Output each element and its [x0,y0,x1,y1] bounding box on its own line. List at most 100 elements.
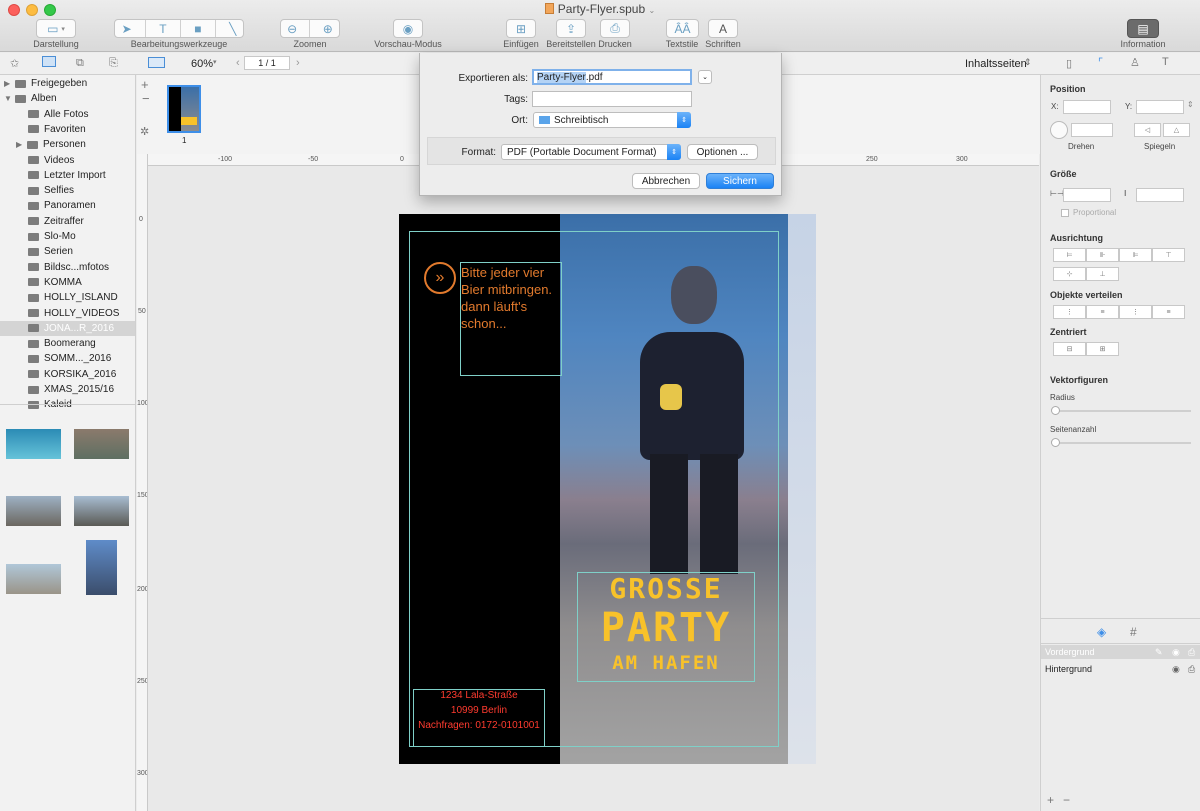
align-bottom-button[interactable]: ⊥ [1086,267,1119,281]
style-inspector-icon[interactable]: ♙ [1130,56,1140,69]
sidebar-item[interactable]: JONA...R_2016 [0,320,135,336]
cancel-button[interactable]: Abbrechen [632,173,700,189]
filename-input[interactable]: Party-Flyer .pdf [532,69,692,85]
sidebar-item[interactable]: Videos [0,153,135,168]
sides-slider[interactable] [1051,438,1191,447]
rotate-knob[interactable] [1050,121,1068,139]
disclosure-triangle-icon[interactable]: ▼ [4,94,12,103]
layers-icon[interactable]: ◈ [1097,625,1106,639]
align-top-button[interactable]: ⊤ [1152,248,1185,262]
remove-layer-icon[interactable]: − [1063,793,1070,807]
grid-icon[interactable]: # [1130,625,1137,639]
disclosure-triangle-icon[interactable]: ▶ [16,140,24,149]
page-thumbnail-1[interactable] [167,85,201,133]
flip-vertical-button[interactable]: △ [1163,123,1190,137]
radius-slider[interactable] [1051,406,1191,415]
arrow-tool-icon[interactable]: ➤ [122,22,132,36]
line-tool-icon[interactable]: ╲ [229,22,236,36]
print-button[interactable]: ⎙ [600,19,630,38]
printer-icon[interactable]: ⎙ [1188,647,1195,658]
zoom-value[interactable]: 60% [191,58,213,70]
zoom-in-icon[interactable]: ⊕ [323,22,333,36]
assets-icon[interactable]: ⎘ [109,57,118,70]
zoom-segment[interactable]: ⊖ ⊕ [280,19,340,38]
star-icon[interactable]: ✩ [10,57,19,70]
options-button[interactable]: Optionen ... [687,144,758,160]
prev-page-icon[interactable]: ‹ [236,57,240,69]
sidebar-item[interactable]: ▼ Alben [0,91,135,106]
printer-icon[interactable]: ⎙ [1188,664,1195,675]
align-right-button[interactable]: ⊫ [1119,248,1152,262]
sidebar-item[interactable]: Boomerang [0,336,135,351]
eye-icon[interactable]: ◉ [1172,664,1180,675]
sidebar-item[interactable]: SOMM..._2016 [0,351,135,366]
x-position-input[interactable] [1063,100,1111,114]
radius-slider-knob[interactable] [1051,406,1060,415]
sidebar-item[interactable]: KOMMA [0,275,135,290]
flip-horizontal-button[interactable]: ◁ [1134,123,1161,137]
sidebar-item[interactable]: Serien [0,244,135,259]
tags-input[interactable] [532,91,692,107]
location-select[interactable]: Schreibtisch ⇕ [533,112,691,128]
center-v-button[interactable]: ⊞ [1086,342,1119,356]
sidebar-item[interactable]: Letzter Import [0,168,135,183]
align-middle-button[interactable]: ⊹ [1053,267,1086,281]
layer-row-background[interactable]: Hintergrund ◉ ⎙ [1041,662,1200,676]
sidebar-item[interactable]: ▶ Personen [0,137,135,152]
fonts-button[interactable]: A [708,19,738,38]
photo-thumbnail[interactable] [74,496,129,526]
height-input[interactable] [1136,188,1184,202]
text-tool-icon[interactable]: T [159,22,166,36]
gear-icon[interactable]: ✲ [140,125,149,138]
next-page-icon[interactable]: › [296,57,300,69]
pencil-icon[interactable]: ✎ [1155,647,1163,658]
insert-button[interactable]: ⊞ [506,19,536,38]
sidebar-item[interactable]: HOLLY_ISLAND [0,290,135,305]
add-layer-icon[interactable]: + [1047,793,1054,807]
sidebar-item[interactable]: Slo-Mo [0,229,135,244]
photo-thumbnail[interactable] [6,564,61,594]
text-styles-button[interactable]: ÂÂ [666,19,699,38]
align-left-button[interactable]: ⊨ [1053,248,1086,262]
information-button[interactable]: ▤ [1127,19,1159,38]
sidebar-item[interactable]: Alle Fotos [0,107,135,122]
align-center-button[interactable]: ⊪ [1086,248,1119,262]
proportional-checkbox[interactable] [1061,209,1069,217]
updown-icon[interactable]: ⇕ [1024,57,1032,68]
page-view-icon[interactable] [148,57,165,68]
sidebar-item[interactable]: XMAS_2015/16 [0,382,135,397]
distribute-v-button[interactable]: ≡ [1086,305,1119,319]
expand-dialog-button[interactable]: ⌄ [698,70,712,84]
shape-tool-icon[interactable]: ■ [194,22,201,36]
zoom-chevron-icon[interactable]: ▾ [213,58,217,66]
remove-page-icon[interactable]: − [142,91,150,106]
shapes-icon[interactable]: ⧉ [76,57,84,70]
preview-mode-button[interactable]: ◉ [393,19,423,38]
text-inspector-icon[interactable]: T [1162,56,1169,68]
photo-thumbnail[interactable] [6,429,61,459]
format-select[interactable]: PDF (Portable Document Format) ⇕ [501,144,681,160]
sidebar-item[interactable]: Selfies [0,183,135,198]
distribute-v2-button[interactable]: ≡ [1152,305,1185,319]
save-button[interactable]: Sichern [706,173,774,189]
sides-slider-knob[interactable] [1051,438,1060,447]
zoom-out-icon[interactable]: ⊖ [287,22,297,36]
content-pages-selector[interactable]: Inhaltsseiten [965,58,1027,70]
photos-icon[interactable] [42,56,56,67]
add-page-icon[interactable]: + [141,77,149,92]
sidebar-item[interactable]: Panoramen [0,198,135,213]
distribute-h2-button[interactable]: ⋮ [1119,305,1152,319]
sidebar-item[interactable]: Bildsc...mfotos [0,260,135,275]
page-indicator[interactable]: 1 / 1 [244,56,290,70]
y-position-input[interactable] [1136,100,1184,114]
document-inspector-icon[interactable]: ▯ [1066,57,1072,70]
title-chevron-down-icon[interactable]: ⌄ [649,6,656,15]
distribute-h-button[interactable]: ⋮ [1053,305,1086,319]
photo-thumbnail[interactable] [86,540,117,595]
view-mode-button[interactable]: ▭ ▾ [36,19,76,38]
sidebar-item[interactable]: HOLLY_VIDEOS [0,306,135,321]
photo-thumbnail[interactable] [6,496,61,526]
disclosure-triangle-icon[interactable]: ▶ [4,79,12,88]
photo-thumbnail[interactable] [74,429,129,459]
width-input[interactable] [1063,188,1111,202]
